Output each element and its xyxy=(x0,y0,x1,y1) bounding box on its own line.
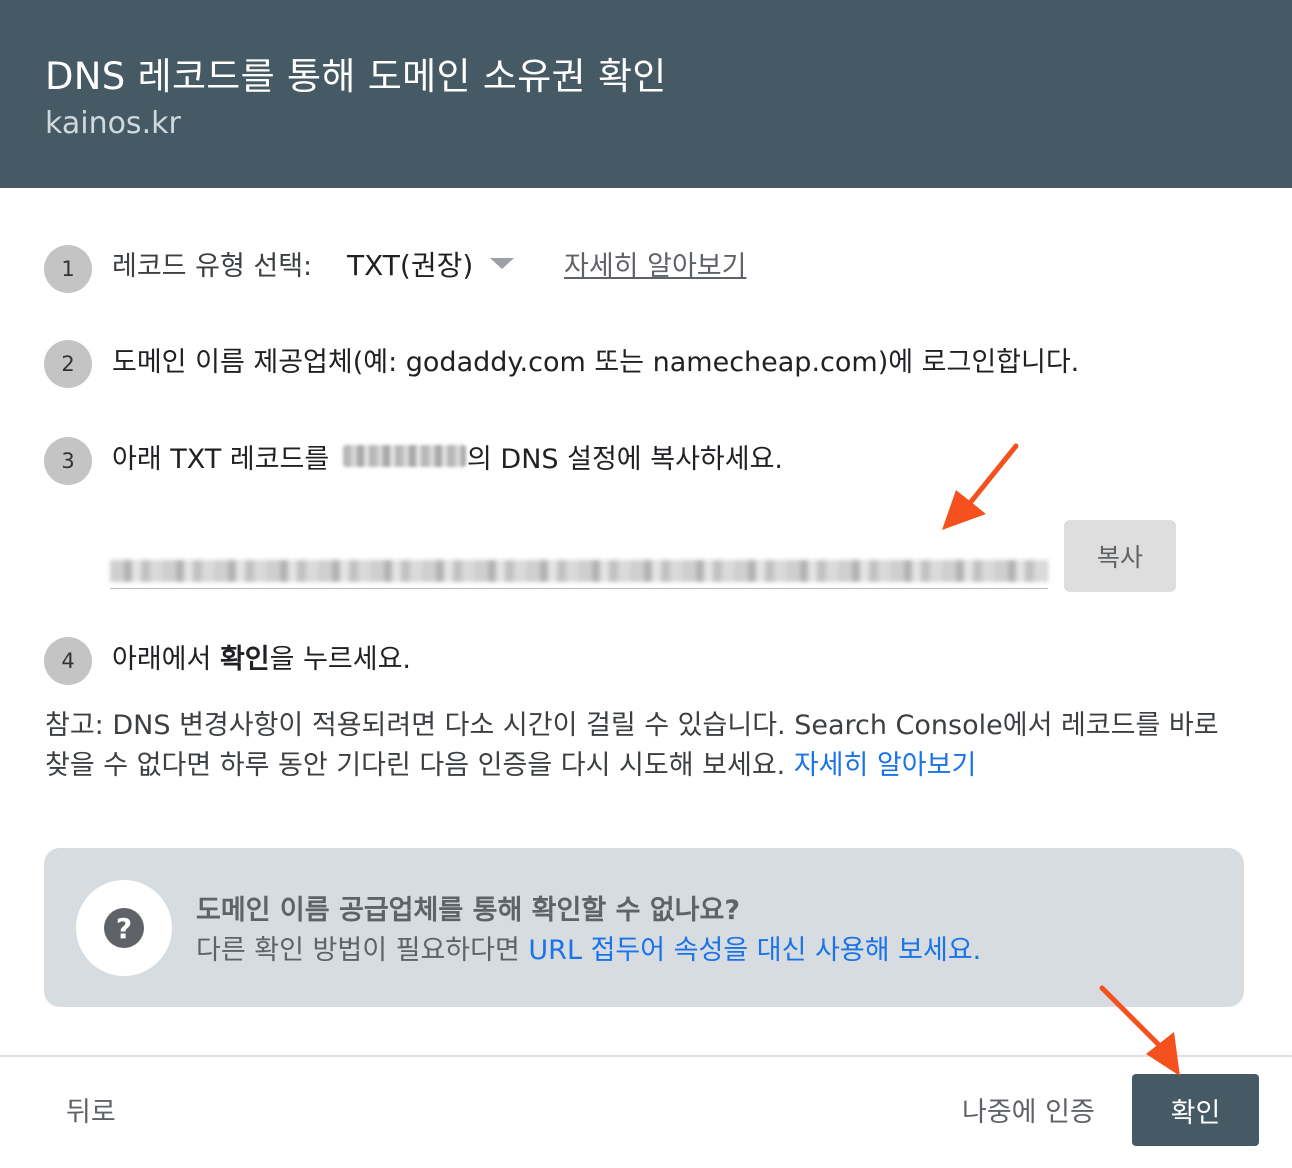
note-learn-more-link[interactable]: 자세히 알아보기 xyxy=(794,750,976,781)
help-body-text: 다른 확인 방법이 필요하다면 xyxy=(196,935,529,966)
redacted-domain xyxy=(343,445,466,467)
help-title: 도메인 이름 공급업체를 통해 확인할 수 없나요? xyxy=(196,895,741,926)
step-4-text-before: 아래에서 xyxy=(112,644,220,675)
help-box: ? 도메인 이름 공급업체를 통해 확인할 수 없나요? 다른 확인 방법이 필… xyxy=(44,848,1244,1007)
url-prefix-link[interactable]: URL 접두어 속성을 대신 사용해 보세요. xyxy=(528,935,981,966)
step-2-text: 도메인 이름 제공업체(예: godaddy.com 또는 namecheap.… xyxy=(112,347,1080,378)
confirm-button[interactable]: 확인 xyxy=(1132,1074,1259,1146)
step-4-number: 4 xyxy=(44,637,92,685)
copy-button[interactable]: 복사 xyxy=(1064,520,1176,592)
note-line-1: 참고: DNS 변경사항이 적용되려면 다소 시간이 걸릴 수 있습니다. Se… xyxy=(45,710,1219,741)
step-1-number: 1 xyxy=(44,245,92,293)
txt-record-field[interactable] xyxy=(110,546,1048,589)
domain-name: kainos.kr xyxy=(45,106,181,141)
step-3-text-before: 아래 TXT 레코드를 xyxy=(112,444,330,475)
step-3-number: 3 xyxy=(44,437,92,485)
help-body: 다른 확인 방법이 필요하다면 URL 접두어 속성을 대신 사용해 보세요. xyxy=(196,928,981,967)
step-4-text: 아래에서 확인을 누르세요. xyxy=(112,637,411,676)
note-text: 참고: DNS 변경사항이 적용되려면 다소 시간이 걸릴 수 있습니다. Se… xyxy=(45,706,1255,786)
step-3-text-after: 의 DNS 설정에 복사하세요. xyxy=(467,444,784,475)
arrow-icon xyxy=(942,443,1019,530)
dialog-header: DNS 레코드를 통해 도메인 소유권 확인 kainos.kr xyxy=(0,0,1292,188)
record-type-select[interactable]: TXT(권장) xyxy=(347,244,473,284)
dropdown-arrow-icon[interactable] xyxy=(490,258,514,269)
step-4-text-bold: 확인 xyxy=(219,644,270,675)
record-type-label: 레코드 유형 선택: xyxy=(112,251,313,282)
step-2-number: 2 xyxy=(44,340,92,388)
dialog-title: DNS 레코드를 통해 도메인 소유권 확인 xyxy=(45,55,667,98)
footer-divider xyxy=(0,1055,1292,1057)
help-icon-circle: ? xyxy=(76,880,172,976)
verify-later-button[interactable]: 나중에 인증 xyxy=(962,1090,1095,1129)
redacted-txt-record xyxy=(110,560,1048,582)
question-mark-icon: ? xyxy=(104,908,144,948)
record-type-learn-more-link[interactable]: 자세히 알아보기 xyxy=(564,244,746,283)
back-button[interactable]: 뒤로 xyxy=(66,1090,116,1129)
note-line-2: 찾을 수 없다면 하루 동안 기다린 다음 인증을 다시 시도해 보세요. xyxy=(45,750,794,781)
step-4-text-after: 을 누르세요. xyxy=(269,644,412,675)
